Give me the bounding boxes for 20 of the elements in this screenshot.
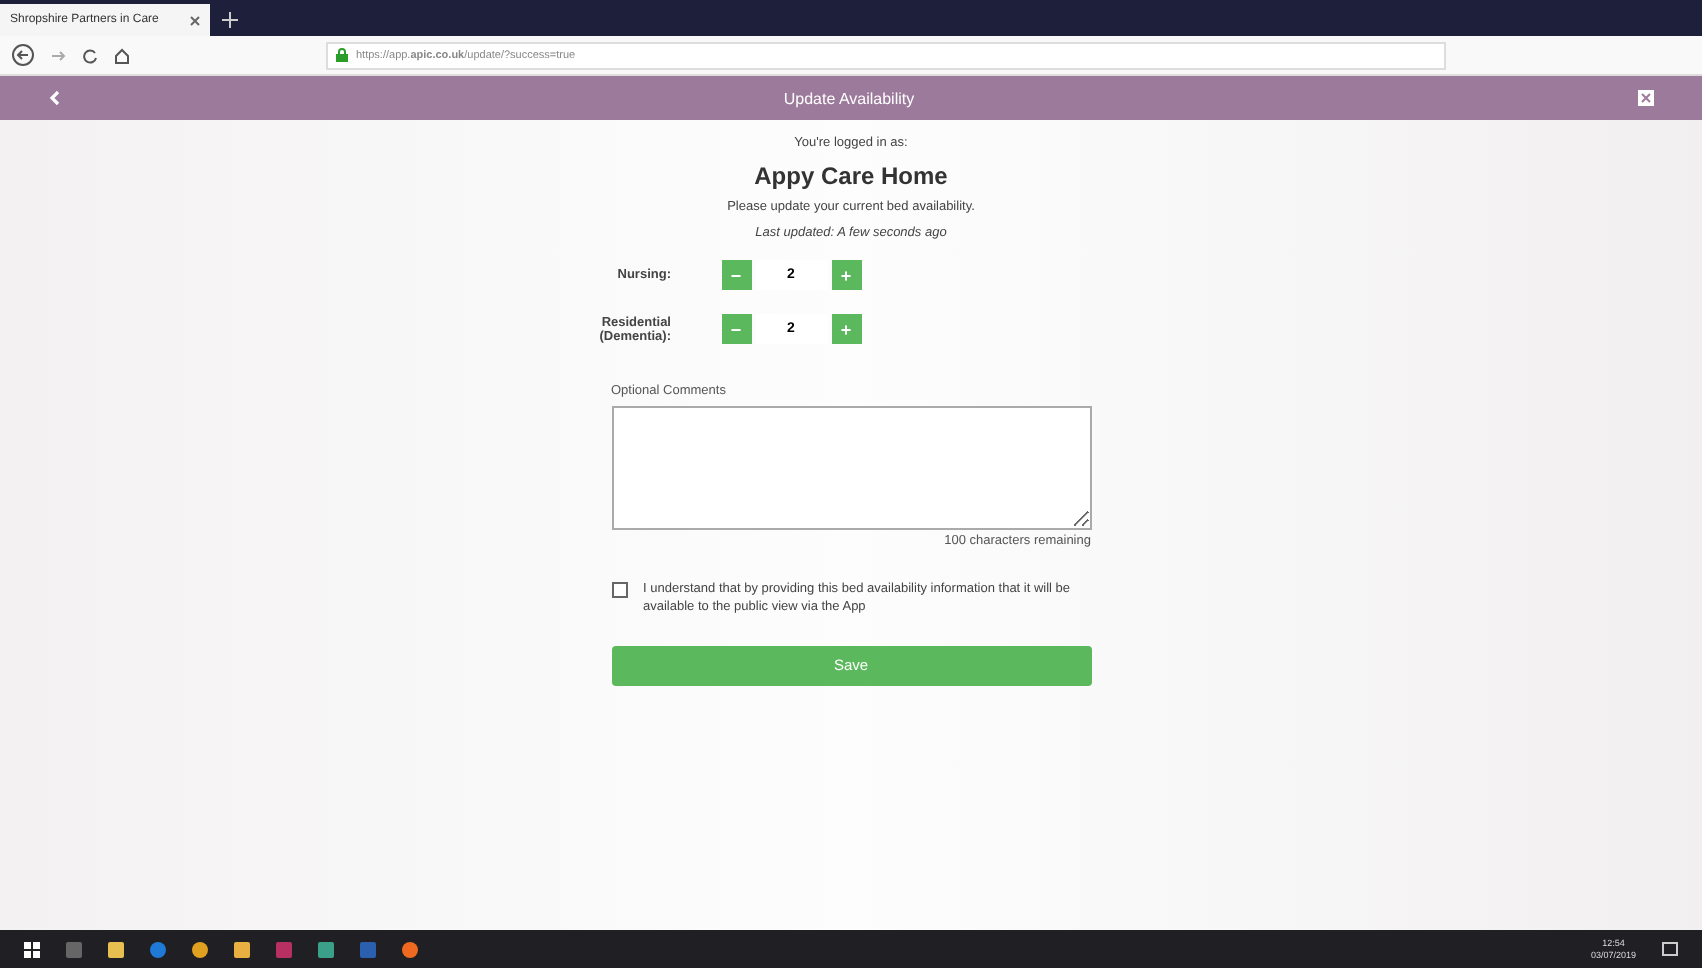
app-icon[interactable] bbox=[318, 941, 334, 957]
app-icon[interactable] bbox=[234, 941, 250, 957]
care-home-name: Appy Care Home bbox=[754, 162, 948, 190]
home-icon[interactable] bbox=[114, 47, 130, 63]
close-icon[interactable] bbox=[1637, 90, 1654, 106]
back-chevron-icon[interactable] bbox=[48, 90, 60, 106]
decrement-button[interactable]: − bbox=[721, 260, 751, 290]
new-tab-icon[interactable] bbox=[222, 12, 238, 28]
increment-button[interactable]: + bbox=[831, 260, 861, 290]
close-icon[interactable] bbox=[190, 15, 200, 25]
windows-start-icon[interactable] bbox=[24, 941, 40, 957]
notification-icon[interactable] bbox=[1662, 941, 1678, 957]
back-icon[interactable] bbox=[12, 44, 34, 66]
decrement-button[interactable]: − bbox=[721, 314, 751, 344]
increment-button[interactable]: + bbox=[831, 314, 861, 344]
reload-icon[interactable] bbox=[82, 47, 98, 63]
page-title: Update Availability bbox=[783, 89, 915, 107]
comments-field[interactable] bbox=[611, 406, 1091, 530]
consent-checkbox[interactable] bbox=[611, 582, 627, 598]
lock-icon bbox=[336, 48, 348, 62]
